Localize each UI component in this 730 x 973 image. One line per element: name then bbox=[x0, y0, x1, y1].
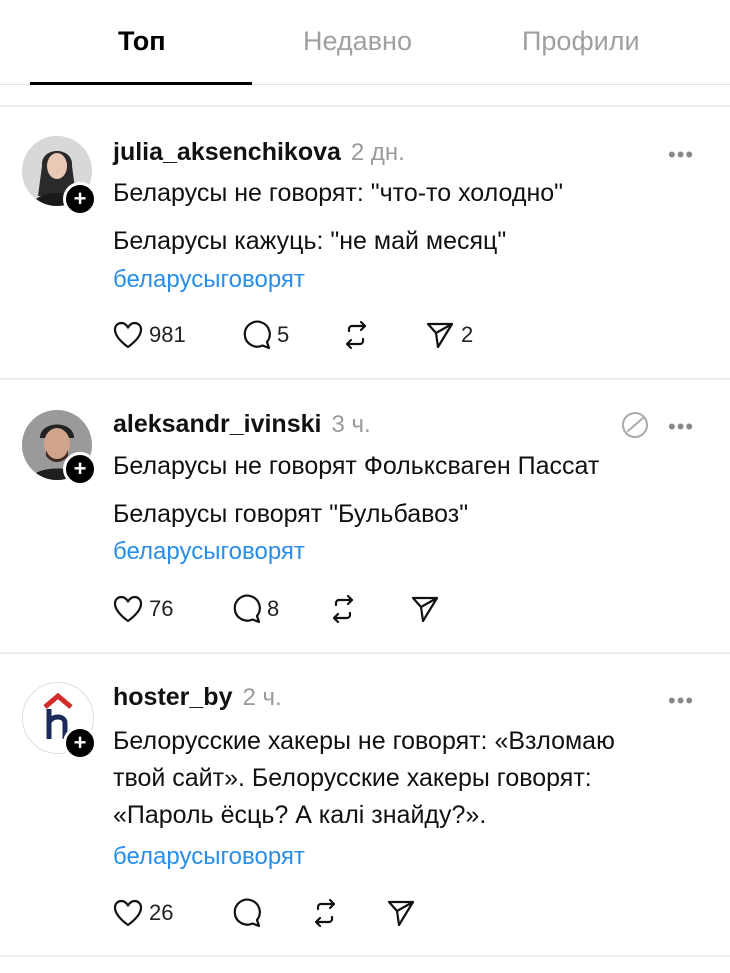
post-text: Беларусы не говорят Фольксваген Пассат Б… bbox=[113, 448, 713, 532]
share-button[interactable]: 2 bbox=[425, 320, 473, 350]
username[interactable]: hoster_by bbox=[113, 683, 232, 711]
hashtag-link[interactable]: беларусыговорят bbox=[113, 266, 305, 294]
repost-icon bbox=[345, 320, 367, 350]
share-button[interactable] bbox=[410, 594, 440, 624]
like-count: 981 bbox=[149, 322, 186, 347]
tab-profiles[interactable]: Профили bbox=[522, 26, 640, 57]
post-line: Беларусы говорят "Бульбавоз" bbox=[113, 500, 469, 528]
username[interactable]: aleksandr_ivinski bbox=[113, 410, 321, 438]
divider bbox=[0, 378, 730, 380]
follow-plus-icon[interactable]: + bbox=[63, 182, 97, 216]
comment-icon bbox=[243, 320, 271, 350]
reply-button[interactable]: 8 bbox=[231, 594, 279, 624]
comment-icon bbox=[233, 594, 261, 624]
repost-icon bbox=[314, 898, 336, 928]
share-count: 2 bbox=[461, 322, 474, 347]
active-tab-indicator bbox=[30, 82, 252, 85]
repost-button[interactable] bbox=[310, 898, 340, 928]
tab-bar: Топ Недавно Профили bbox=[0, 0, 730, 85]
send-icon bbox=[387, 900, 415, 927]
divider bbox=[0, 105, 730, 107]
reply-button[interactable]: 5 bbox=[241, 320, 289, 350]
post-line: Беларусы не говорят: "что-то холодно" bbox=[113, 179, 564, 207]
reply-count: 5 bbox=[277, 322, 290, 347]
heart-icon bbox=[113, 321, 143, 349]
send-icon bbox=[426, 322, 454, 349]
post-time: 2 ч. bbox=[242, 684, 282, 711]
follow-plus-icon[interactable]: + bbox=[63, 726, 97, 760]
post-header: hoster_by 2 ч. bbox=[113, 683, 282, 712]
post-line: Беларусы кажуць: "не май месяц" bbox=[113, 227, 507, 255]
mute-icon[interactable] bbox=[620, 410, 650, 440]
reply-count: 8 bbox=[267, 596, 280, 621]
hashtag-link[interactable]: беларусыговорят bbox=[113, 538, 305, 566]
repost-button[interactable] bbox=[328, 594, 358, 624]
send-icon bbox=[411, 596, 439, 623]
more-options-icon[interactable]: ••• bbox=[668, 142, 694, 168]
repost-button[interactable] bbox=[341, 320, 377, 350]
like-button[interactable]: 981 bbox=[113, 320, 186, 350]
tab-recent[interactable]: Недавно bbox=[303, 26, 412, 57]
more-options-icon[interactable]: ••• bbox=[668, 688, 694, 714]
hashtag-link[interactable]: беларусыговорят bbox=[113, 843, 305, 871]
post-line: твой сайт». Белорусские хакеры говорят: bbox=[113, 764, 592, 792]
post-time: 2 дн. bbox=[350, 139, 405, 166]
follow-plus-icon[interactable]: + bbox=[63, 452, 97, 486]
divider bbox=[0, 955, 730, 957]
more-options-icon[interactable]: ••• bbox=[668, 414, 694, 440]
heart-icon bbox=[113, 899, 143, 927]
post-line: «Пароль ёсць? А калі знайду?». bbox=[113, 801, 487, 829]
post-text: Белорусские хакеры не говорят: «Взломаю … bbox=[113, 723, 713, 834]
post-header: julia_aksenchikova 2 дн. bbox=[113, 138, 405, 167]
post-line: Беларусы не говорят Фольксваген Пассат bbox=[113, 452, 600, 480]
username[interactable]: julia_aksenchikova bbox=[113, 138, 341, 166]
like-count: 76 bbox=[149, 596, 174, 621]
like-button[interactable]: 76 bbox=[113, 594, 173, 624]
post-line: Белорусские хакеры не говорят: «Взломаю bbox=[113, 727, 615, 755]
post-header: aleksandr_ivinski 3 ч. bbox=[113, 410, 371, 439]
post-text: Беларусы не говорят: "что-то холодно" Бе… bbox=[113, 175, 713, 259]
share-button[interactable] bbox=[386, 898, 416, 928]
heart-icon bbox=[113, 595, 143, 623]
post-time: 3 ч. bbox=[331, 411, 371, 438]
divider bbox=[0, 652, 730, 654]
repost-icon bbox=[332, 594, 354, 624]
like-button[interactable]: 26 bbox=[113, 898, 173, 928]
tab-top[interactable]: Топ bbox=[118, 26, 166, 57]
comment-icon bbox=[233, 898, 261, 928]
like-count: 26 bbox=[149, 900, 174, 925]
reply-button[interactable] bbox=[231, 898, 261, 928]
